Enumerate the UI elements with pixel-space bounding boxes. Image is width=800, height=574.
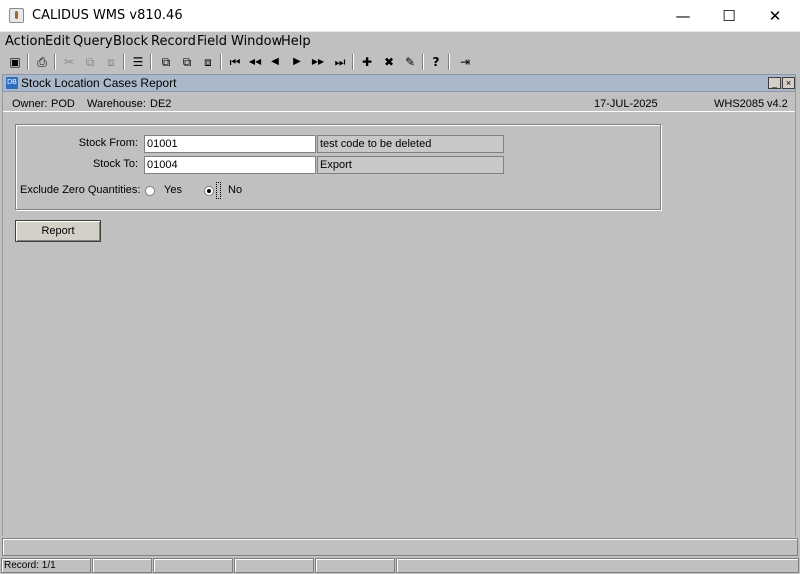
- prev-block-icon[interactable]: ◀◀: [246, 53, 264, 71]
- owner-value: POD: [51, 98, 75, 110]
- close-button[interactable]: ✕: [752, 0, 798, 32]
- maximize-button[interactable]: ☐: [706, 0, 752, 32]
- menu-record[interactable]: Record: [151, 34, 196, 49]
- paste-icon[interactable]: ⧈: [102, 53, 120, 71]
- status-cell-empty: [92, 558, 152, 573]
- focus-indicator: [216, 182, 221, 199]
- toolbar-separator: [220, 54, 222, 70]
- toolbar-separator: [54, 54, 56, 70]
- stock-from-input[interactable]: 01001: [144, 135, 316, 153]
- menu-window[interactable]: Window: [231, 34, 282, 49]
- form-title: Stock Location Cases Report: [21, 76, 177, 90]
- parameters-group: Stock From: 01001 test code to be delete…: [15, 124, 661, 210]
- exclude-no-label: No: [228, 184, 243, 196]
- toolbar: ▣ ⎙ ✂ ⧉ ⧈ ☰ ⧉ ⧉ ⧈ ⏮ ◀◀ ◀ ▶ ▶▶ ⏭ ✚ ✖ ✎ ? …: [0, 52, 800, 72]
- form-body: Owner: POD Warehouse: DE2 17-JUL-2025 WH…: [2, 92, 796, 536]
- exit-icon[interactable]: ⇥: [456, 53, 474, 71]
- owner-label: Owner:: [12, 98, 48, 110]
- edit-field-icon[interactable]: ✎: [401, 53, 419, 71]
- toolbar-separator: [448, 54, 450, 70]
- delete-record-icon[interactable]: ✖: [380, 53, 398, 71]
- toolbar-separator: [123, 54, 125, 70]
- stock-to-input[interactable]: 01004: [144, 156, 316, 174]
- toolbar-separator: [352, 54, 354, 70]
- next-block-icon[interactable]: ▶▶: [309, 53, 327, 71]
- status-cell-empty: [396, 558, 799, 573]
- window-title: CALIDUS WMS v810.46: [32, 8, 183, 23]
- hint-bar: [2, 538, 798, 556]
- print-icon[interactable]: ⎙: [33, 53, 51, 71]
- first-record-icon[interactable]: ⏮: [226, 53, 244, 71]
- stock-from-description: test code to be deleted: [317, 135, 504, 153]
- menu-block[interactable]: Block: [113, 34, 148, 49]
- save-icon[interactable]: ▣: [6, 53, 24, 71]
- status-cell-empty: [234, 558, 314, 573]
- query-execute-icon[interactable]: ⧉: [178, 53, 196, 71]
- prev-record-icon[interactable]: ◀: [266, 53, 284, 71]
- status-bar: Record: 1/1: [0, 557, 800, 574]
- form-minimize-button[interactable]: _: [768, 77, 781, 89]
- copy-icon[interactable]: ⧉: [81, 53, 99, 71]
- menu-query[interactable]: Query: [73, 34, 113, 49]
- menu-field[interactable]: Field: [197, 34, 227, 49]
- query-cancel-icon[interactable]: ⧈: [199, 53, 217, 71]
- next-record-icon[interactable]: ▶: [288, 53, 306, 71]
- app-icon: [9, 8, 24, 23]
- exclude-zero-label: Exclude Zero Quantities:: [20, 184, 141, 196]
- report-button[interactable]: Report: [15, 220, 101, 242]
- last-record-icon[interactable]: ⏭: [331, 53, 349, 71]
- clear-icon[interactable]: ☰: [129, 53, 147, 71]
- insert-record-icon[interactable]: ✚: [358, 53, 376, 71]
- form-icon: DB: [6, 77, 18, 89]
- exclude-yes-radio[interactable]: [145, 186, 155, 196]
- status-cell-empty: [315, 558, 395, 573]
- query-enter-icon[interactable]: ⧉: [157, 53, 175, 71]
- menu-action[interactable]: Action: [5, 34, 46, 49]
- exclude-yes-label: Yes: [164, 184, 182, 196]
- stock-to-label: Stock To:: [92, 158, 138, 170]
- stock-to-description: Export: [317, 156, 504, 174]
- menu-help[interactable]: Help: [281, 34, 311, 49]
- form-version: v4.2: [767, 98, 788, 110]
- exclude-no-radio[interactable]: [204, 186, 214, 196]
- form-close-button[interactable]: ×: [782, 77, 795, 89]
- warehouse-value: DE2: [150, 98, 172, 110]
- menu-edit[interactable]: Edit: [45, 34, 70, 49]
- minimize-button[interactable]: —: [660, 0, 706, 32]
- help-icon[interactable]: ?: [427, 53, 445, 71]
- form-code: WHS2085: [714, 98, 765, 110]
- toolbar-separator: [422, 54, 424, 70]
- current-date: 17-JUL-2025: [594, 98, 658, 110]
- toolbar-separator: [150, 54, 152, 70]
- toolbar-separator: [27, 54, 29, 70]
- warehouse-label: Warehouse:: [87, 98, 146, 110]
- cut-icon[interactable]: ✂: [60, 53, 78, 71]
- stock-from-label: Stock From:: [78, 137, 138, 149]
- window-title-bar: CALIDUS WMS v810.46 — ☐ ✕: [0, 0, 800, 32]
- record-counter: Record: 1/1: [1, 558, 91, 573]
- info-bar: Owner: POD Warehouse: DE2 17-JUL-2025 WH…: [3, 94, 795, 112]
- status-cell-empty: [153, 558, 233, 573]
- menu-bar: Action Edit Query Block Record Field Win…: [0, 32, 800, 52]
- form-title-bar: DB Stock Location Cases Report _ ×: [2, 74, 796, 92]
